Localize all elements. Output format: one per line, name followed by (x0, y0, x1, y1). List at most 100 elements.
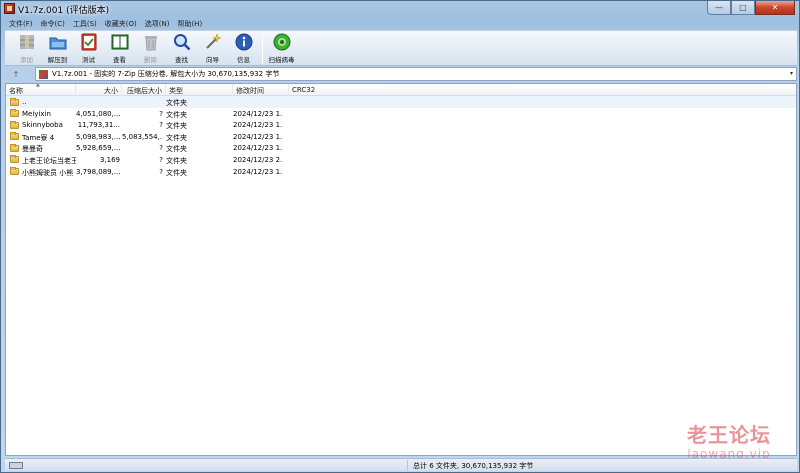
file-modified: 2024/12/23 1... (233, 121, 283, 130)
menu-tools[interactable]: 工具(S) (69, 18, 101, 30)
test-button[interactable]: 测试 (73, 31, 104, 65)
status-bar: 总计 6 文件夹, 30,670,135,932 字节 (5, 458, 797, 471)
file-rows: .. 文件夹 Meiyixin 4,051,080,... ? 文件夹 2024… (6, 96, 796, 178)
file-name: 上老王论坛当老王 (22, 156, 76, 165)
file-type: 文件夹 (166, 145, 187, 154)
test-icon (80, 33, 98, 51)
add-label: 添加 (20, 56, 33, 64)
file-packed-size: ? (159, 144, 163, 153)
file-name: Skinnyboba (22, 121, 63, 130)
file-packed-size: ? (159, 109, 163, 118)
file-packed-size: ? (159, 167, 163, 176)
file-modified: 2024/12/23 1... (233, 132, 283, 141)
virus-scan-icon (273, 33, 291, 51)
column-crc32[interactable]: CRC32 (289, 84, 325, 96)
file-modified: 2024/12/23 1... (233, 109, 283, 118)
test-label: 测试 (82, 56, 95, 64)
wizard-button[interactable]: 向导 (197, 31, 228, 65)
file-row[interactable]: 小熊姆驶员 小熊 3,798,089,... ? 文件夹 2024/12/23 … (6, 166, 796, 178)
archive-type-icon (39, 69, 48, 79)
virus-scan-label: 扫描病毒 (268, 56, 295, 64)
folder-icon (10, 155, 19, 164)
file-type: 文件夹 (166, 168, 187, 177)
column-packed-size[interactable]: 压缩后大小 (122, 84, 166, 96)
file-size: 5,098,983,... (76, 132, 120, 141)
info-label: 信息 (237, 56, 250, 64)
file-name: 曼曼奇 (22, 145, 43, 154)
maximize-button[interactable]: □ (731, 1, 755, 15)
address-dropdown-icon[interactable]: ▾ (790, 70, 793, 77)
file-name: .. (22, 98, 27, 106)
column-name[interactable]: 名称 ▲ (6, 84, 76, 96)
file-packed-size: ? (159, 155, 163, 164)
column-type[interactable]: 类型 (166, 84, 233, 96)
find-button[interactable]: 查找 (166, 31, 197, 65)
extract-to-button[interactable]: 解压到 (42, 31, 73, 65)
file-row-parent[interactable]: .. 文件夹 (6, 96, 796, 108)
drive-status-icon[interactable] (9, 462, 23, 469)
delete-button[interactable]: 删除 (135, 31, 166, 65)
folder-icon (10, 167, 19, 176)
delete-trash-icon (142, 33, 160, 51)
file-packed-size: 5,083,554,... (122, 132, 163, 141)
window-controls: — □ ✕ (707, 1, 795, 15)
address-text: V1.7z.001 - 固实的 7-Zip 压缩分卷, 解包大小为 30,670… (52, 70, 280, 78)
title-bar[interactable]: V1.7z.001 (评估版本) — □ ✕ (1, 1, 799, 17)
find-magnifier-icon (173, 33, 191, 51)
file-row[interactable]: 上老王论坛当老王 3,169 ? 文件夹 2024/12/23 2... (6, 154, 796, 166)
file-type: 文件夹 (166, 99, 187, 107)
address-field[interactable]: V1.7z.001 - 固实的 7-Zip 压缩分卷, 解包大小为 30,670… (35, 67, 797, 81)
column-size[interactable]: 大小 (76, 84, 122, 96)
menu-commands[interactable]: 命令(C) (37, 18, 69, 30)
file-row[interactable]: Meiyixin 4,051,080,... ? 文件夹 2024/12/23 … (6, 108, 796, 120)
file-size: 3,169 (99, 155, 120, 164)
file-list[interactable]: 名称 ▲ 大小 压缩后大小 类型 修改时间 CRC32 .. 文件夹 Meiyi… (5, 83, 797, 456)
file-name-cell: Tame寮 4 (10, 131, 76, 143)
address-bar: ↑ V1.7z.001 - 固实的 7-Zip 压缩分卷, 解包大小为 30,6… (5, 67, 797, 81)
winrar-window: V1.7z.001 (评估版本) — □ ✕ 文件(F) 命令(C) 工具(S)… (0, 0, 800, 473)
column-header: 名称 ▲ 大小 压缩后大小 类型 修改时间 CRC32 (6, 84, 796, 96)
column-modified[interactable]: 修改时间 (233, 84, 289, 96)
file-name-cell: 小熊姆驶员 小熊 (10, 166, 76, 178)
minimize-button[interactable]: — (707, 1, 731, 15)
toolbar: 添加 解压到 测试 查看 删除 查找 向导 信息 扫描病毒 (5, 30, 797, 66)
add-archive-icon (18, 33, 36, 51)
menu-options[interactable]: 选项(N) (141, 18, 174, 30)
up-folder-button[interactable]: ↑ (5, 67, 27, 81)
file-size: 3,798,089,... (76, 167, 120, 176)
file-name-cell: .. (10, 96, 76, 108)
file-name-cell: 上老王论坛当老王 (10, 154, 76, 166)
info-icon (235, 33, 253, 51)
view-button[interactable]: 查看 (104, 31, 135, 65)
file-row[interactable]: Skinnyboba 11,793,31... ? 文件夹 2024/12/23… (6, 119, 796, 131)
add-button[interactable]: 添加 (11, 31, 42, 65)
file-modified (233, 96, 283, 108)
status-divider (407, 460, 408, 471)
folder-up-icon (10, 97, 19, 106)
file-row[interactable]: 曼曼奇 5,928,659,... ? 文件夹 2024/12/23 1... (6, 142, 796, 154)
file-name-cell: Meiyixin (10, 108, 76, 120)
file-name-cell: Skinnyboba (10, 119, 76, 131)
column-name-label: 名称 (9, 87, 23, 95)
file-name: Tame寮 4 (22, 133, 55, 142)
file-size: 4,051,080,... (76, 109, 120, 118)
folder-icon (10, 143, 19, 152)
close-button[interactable]: ✕ (755, 1, 795, 15)
extract-to-icon (49, 33, 67, 51)
virus-scan-button[interactable]: 扫描病毒 (266, 31, 297, 65)
info-button[interactable]: 信息 (228, 31, 259, 65)
winrar-app-icon[interactable] (4, 3, 15, 14)
wizard-wand-icon (204, 33, 222, 51)
file-row[interactable]: Tame寮 4 5,098,983,... 5,083,554,... 文件夹 … (6, 131, 796, 143)
view-label: 查看 (113, 56, 126, 64)
menu-favorites[interactable]: 收藏夹(O) (101, 18, 141, 30)
file-modified: 2024/12/23 1... (233, 144, 283, 153)
menu-help[interactable]: 帮助(H) (173, 18, 206, 30)
menu-file[interactable]: 文件(F) (5, 18, 37, 30)
file-crc (289, 154, 325, 166)
extract-to-label: 解压到 (47, 56, 68, 64)
file-type: 文件夹 (166, 110, 187, 119)
file-modified: 2024/12/23 2... (233, 155, 283, 164)
file-type: 文件夹 (166, 133, 187, 142)
folder-icon (10, 132, 19, 141)
